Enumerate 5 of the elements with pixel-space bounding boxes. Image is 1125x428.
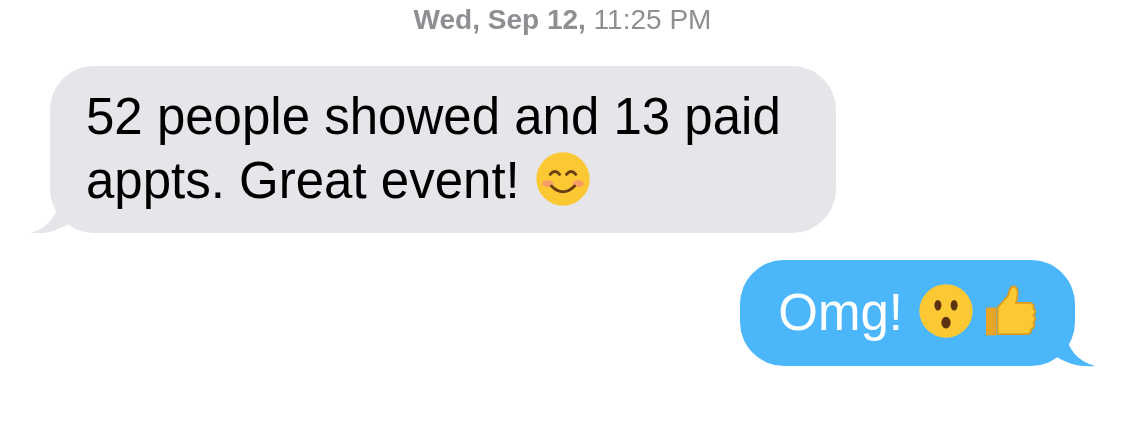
message-timestamp: Wed, Sep 12, 11:25 PM bbox=[413, 3, 712, 37]
received-message-bubble: 52 people showed and 13 paid appts. Great event! bbox=[50, 66, 836, 233]
surprised-face-icon bbox=[917, 282, 975, 340]
sent-message-bubble: Omg! bbox=[740, 260, 1075, 366]
smiling-face-icon bbox=[533, 150, 592, 208]
